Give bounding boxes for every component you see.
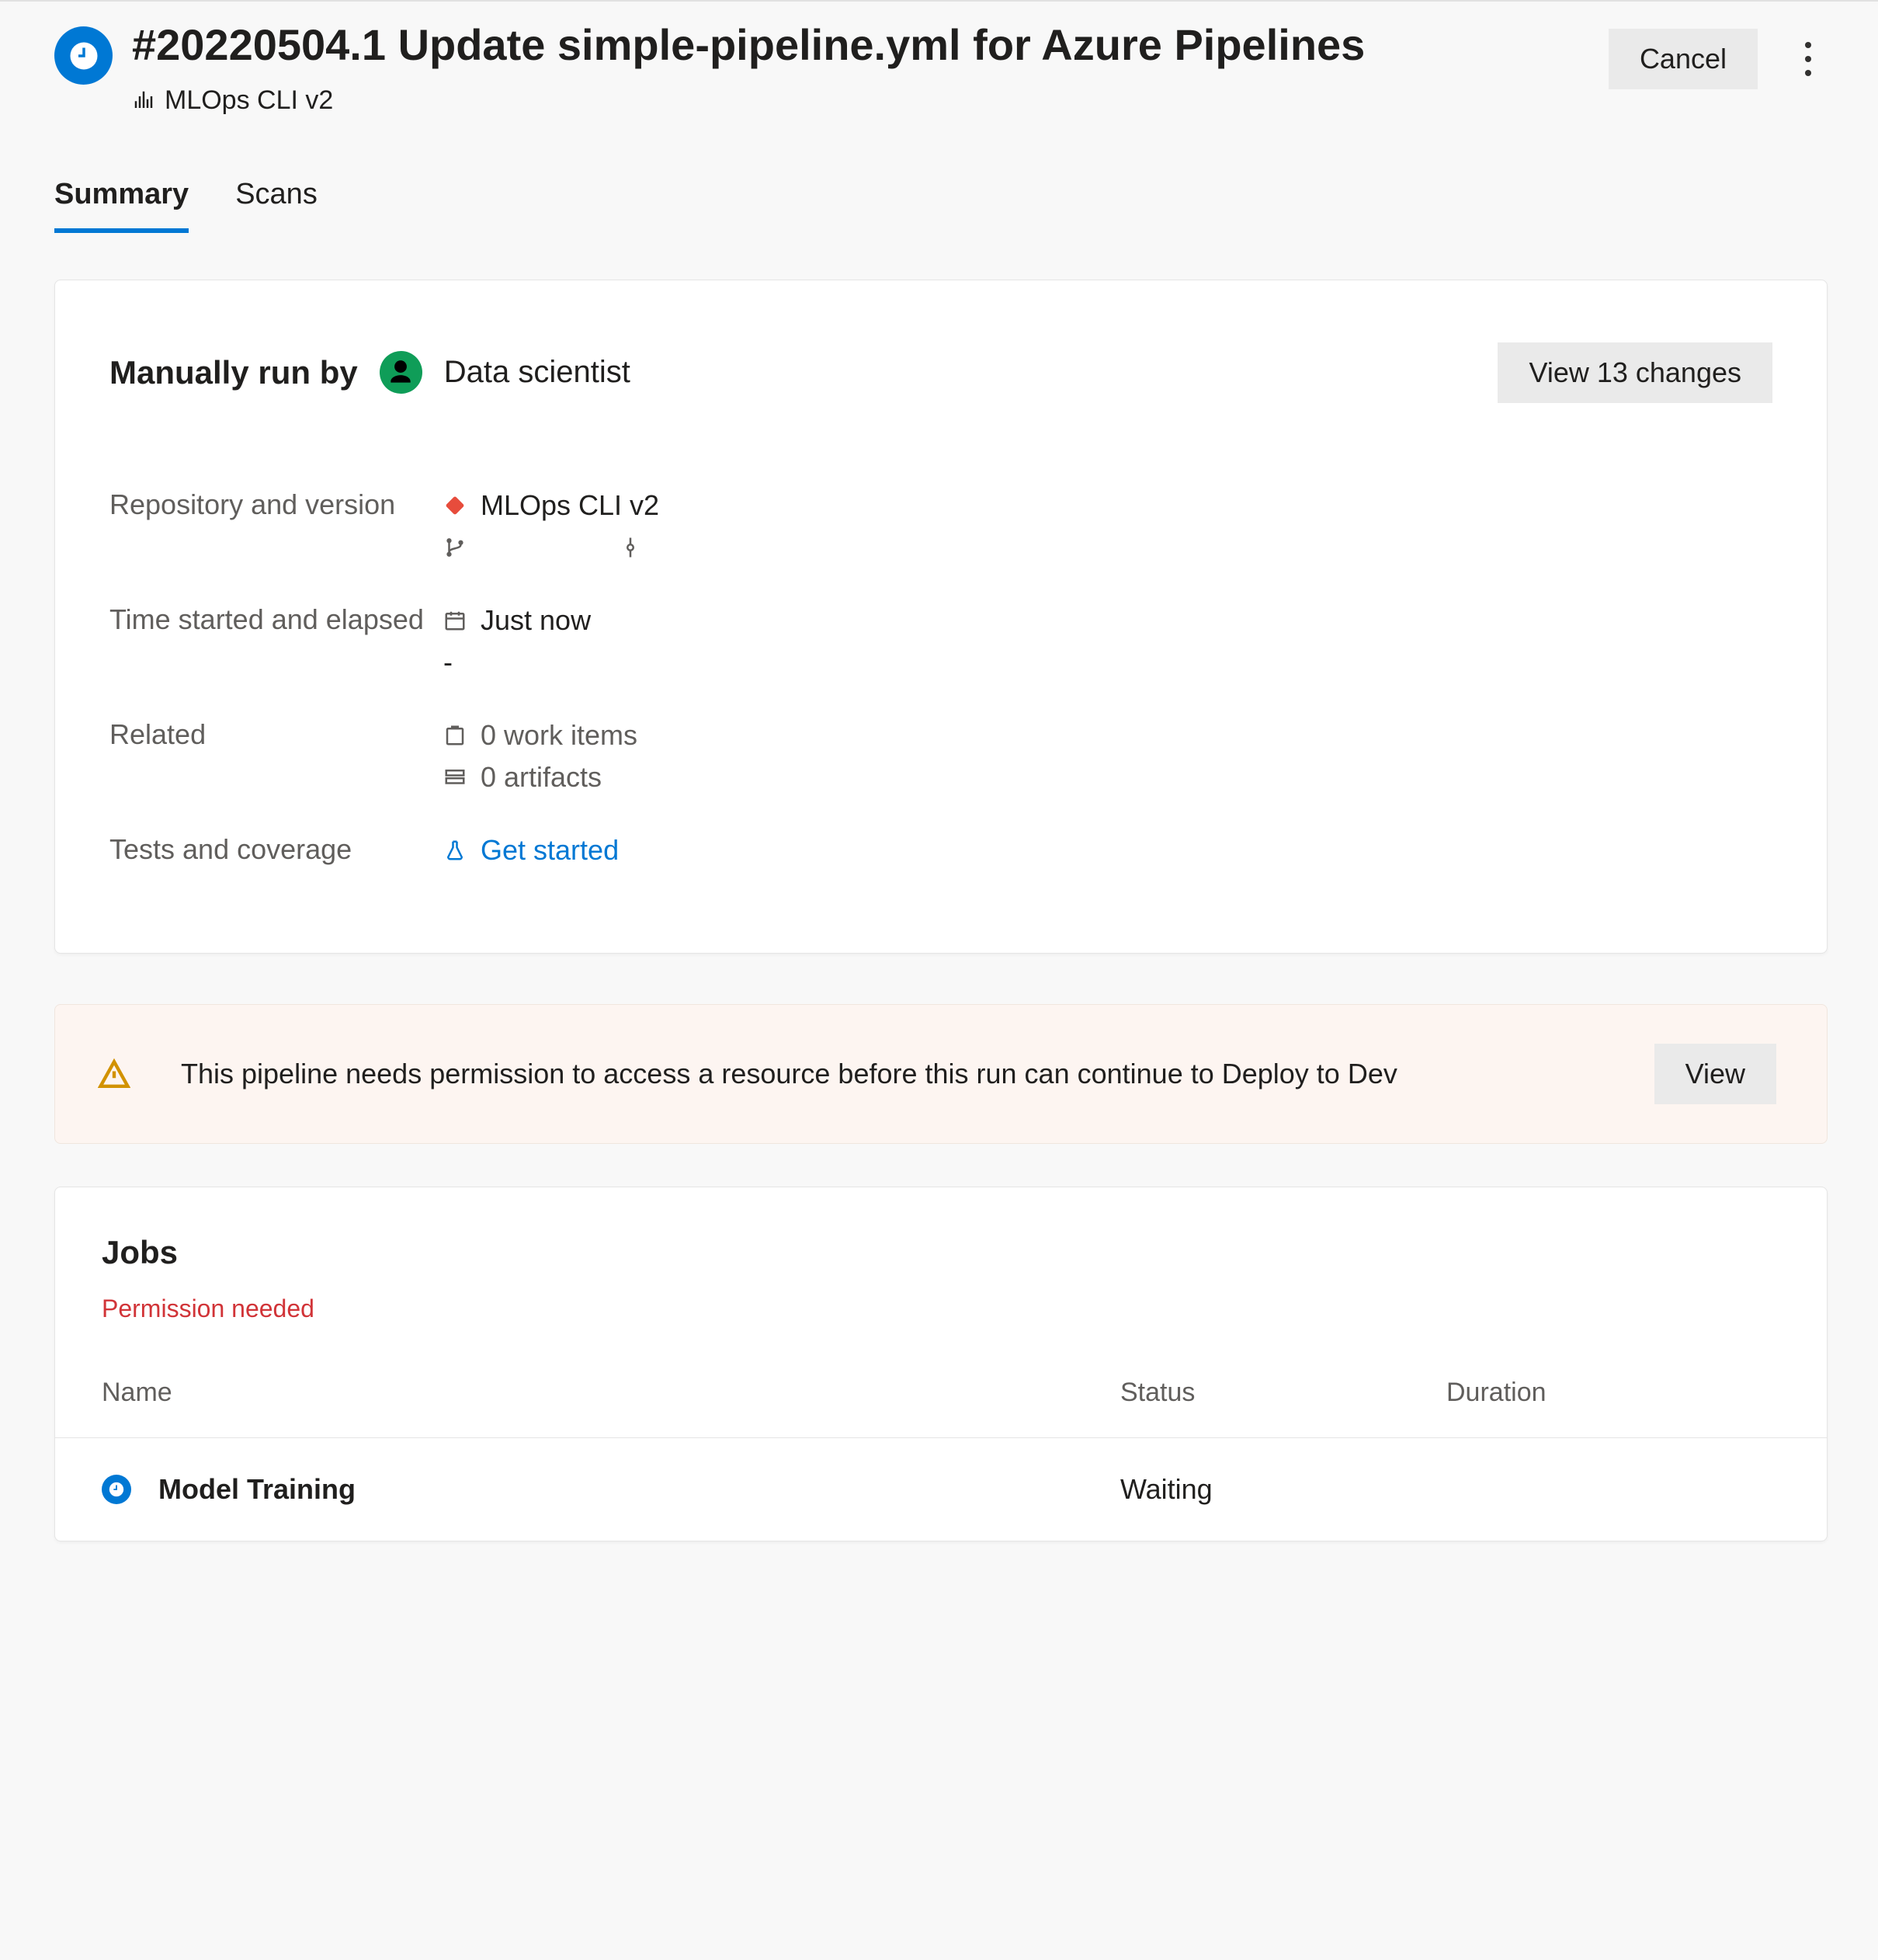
summary-card: Manually run by Data scientist View 13 c…	[54, 280, 1828, 954]
run-by-label: Manually run by	[109, 354, 358, 391]
time-started: Just now	[481, 604, 591, 637]
job-status: Waiting	[1120, 1473, 1446, 1506]
clock-icon	[108, 1481, 125, 1498]
run-by-name: Data scientist	[444, 355, 630, 390]
clock-icon	[68, 40, 100, 72]
col-name: Name	[102, 1378, 1120, 1408]
tab-summary[interactable]: Summary	[54, 178, 189, 233]
commit-icon[interactable]	[619, 536, 642, 559]
work-item-icon	[443, 724, 467, 747]
jobs-title: Jobs	[102, 1234, 1772, 1271]
pipeline-icon	[132, 89, 155, 112]
col-status: Status	[1120, 1378, 1446, 1408]
jobs-card: Jobs Permission needed Name Status Durat…	[54, 1187, 1828, 1541]
time-elapsed: -	[443, 646, 453, 679]
view-changes-button[interactable]: View 13 changes	[1498, 342, 1772, 403]
branch-icon[interactable]	[443, 536, 467, 559]
tab-bar: Summary Scans	[54, 178, 1828, 233]
banner-message: This pipeline needs permission to access…	[181, 1053, 1654, 1095]
jobs-permission-needed: Permission needed	[102, 1295, 1772, 1323]
banner-view-button[interactable]: View	[1654, 1044, 1776, 1104]
tests-label: Tests and coverage	[109, 833, 443, 867]
time-label: Time started and elapsed	[109, 603, 443, 679]
avatar	[380, 351, 422, 394]
repo-link[interactable]: MLOps CLI v2	[443, 488, 1772, 523]
artifact-icon	[443, 766, 467, 789]
artifacts-link[interactable]: 0 artifacts	[443, 760, 1772, 794]
person-icon	[386, 358, 415, 387]
cancel-button[interactable]: Cancel	[1609, 29, 1758, 89]
related-label: Related	[109, 718, 443, 794]
col-duration: Duration	[1446, 1378, 1772, 1408]
warning-icon	[98, 1058, 130, 1090]
permission-banner: This pipeline needs permission to access…	[54, 1004, 1828, 1144]
repo-label: Repository and version	[109, 488, 443, 565]
tests-get-started-link[interactable]: Get started	[481, 834, 619, 867]
job-row[interactable]: Model Training Waiting	[55, 1437, 1827, 1541]
run-status-icon	[54, 26, 113, 85]
job-status-icon	[102, 1475, 131, 1504]
pipeline-breadcrumb[interactable]: MLOps CLI v2	[132, 85, 1589, 116]
tab-scans[interactable]: Scans	[235, 178, 318, 233]
flask-icon	[443, 839, 467, 862]
pipeline-name: MLOps CLI v2	[165, 85, 333, 116]
job-name: Model Training	[158, 1473, 356, 1506]
page-title: #20220504.1 Update simple-pipeline.yml f…	[132, 17, 1589, 74]
work-items-link[interactable]: 0 work items	[443, 718, 1772, 752]
calendar-icon	[443, 609, 467, 632]
more-actions-button[interactable]	[1789, 36, 1828, 82]
git-repo-icon	[439, 489, 471, 522]
